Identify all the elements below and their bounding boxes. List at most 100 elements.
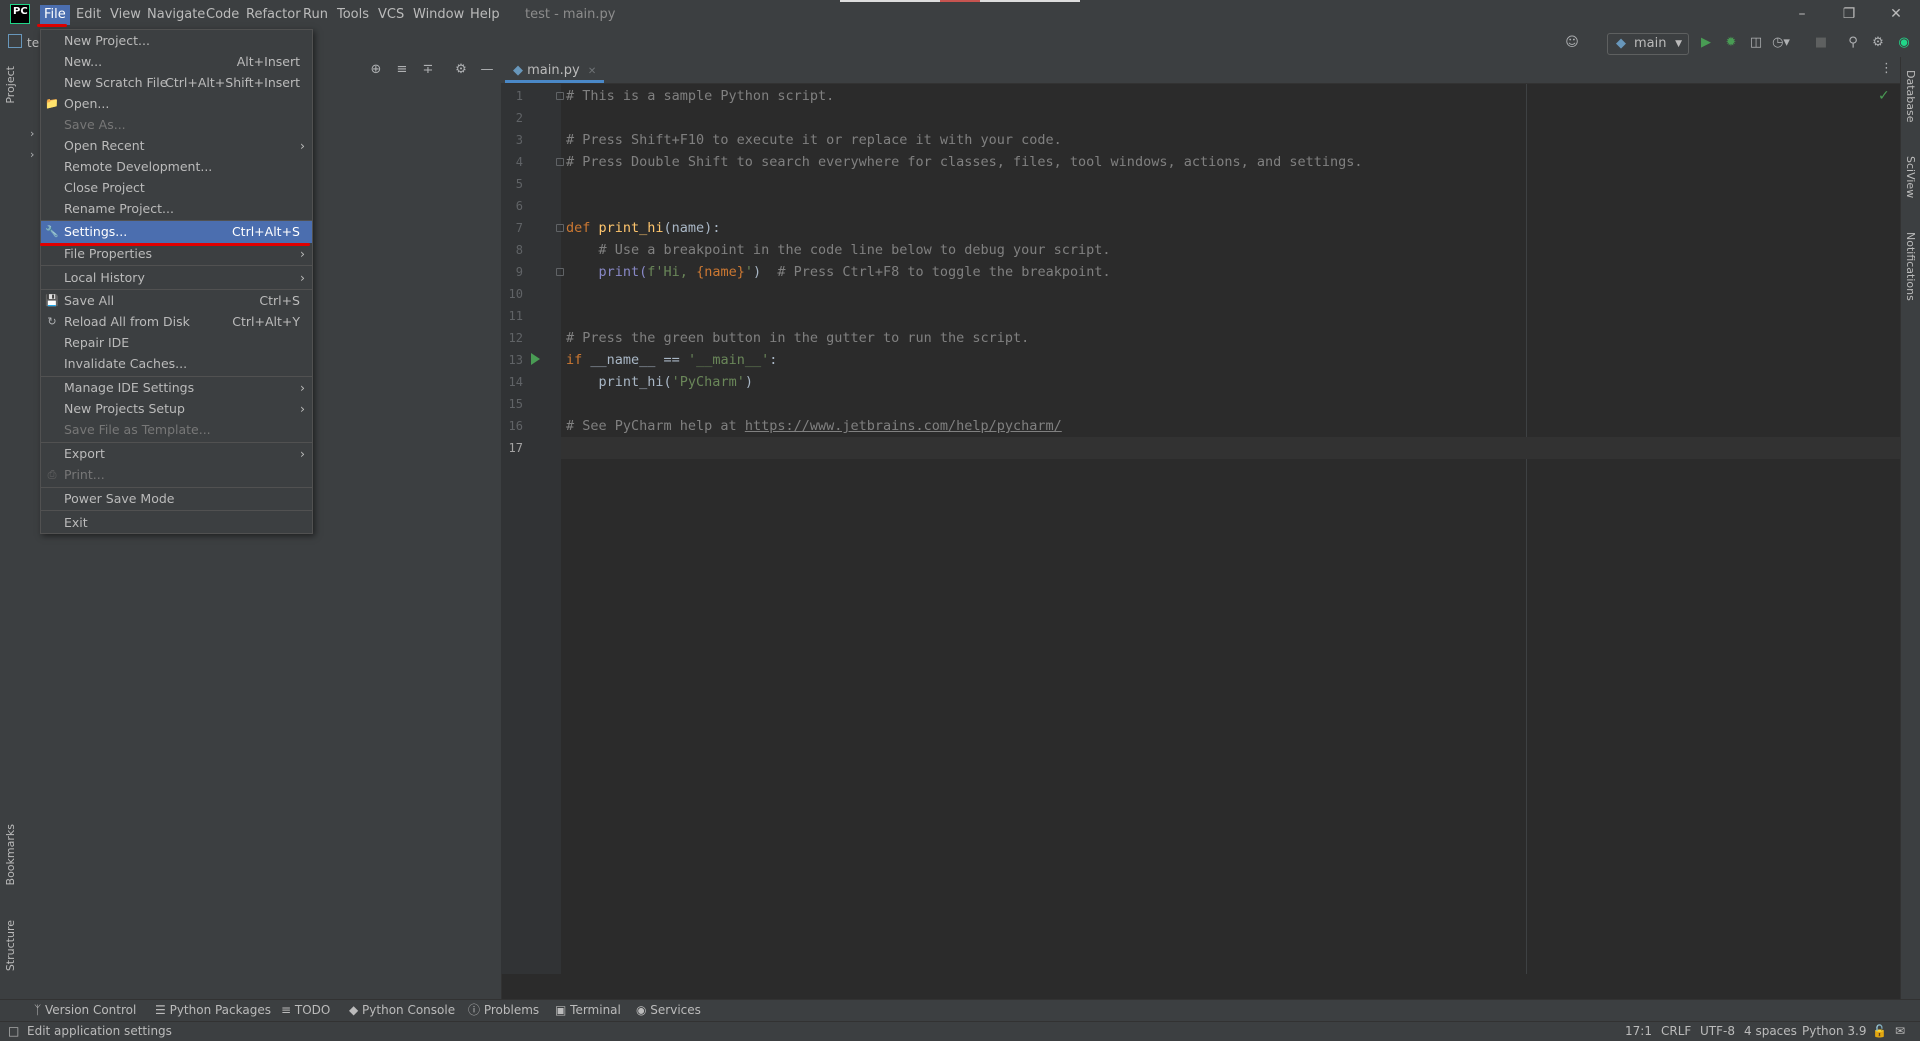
project-folder-icon bbox=[8, 34, 22, 48]
menu-local-history[interactable]: Local History › bbox=[41, 267, 312, 288]
menu-separator bbox=[41, 265, 312, 266]
stop-icon[interactable]: ■ bbox=[1812, 34, 1830, 52]
menu-new-scratch-file[interactable]: New Scratch File Ctrl+Alt+Shift+Insert bbox=[41, 72, 312, 93]
python-console-tool[interactable]: ◆ Python Console bbox=[349, 1002, 455, 1018]
sciview-tool-button[interactable]: SciView bbox=[1904, 156, 1917, 198]
profile-icon[interactable]: ◷▾ bbox=[1772, 34, 1790, 52]
line-number: 15 bbox=[508, 397, 523, 411]
tree-expand-icon[interactable]: › bbox=[30, 148, 34, 161]
menu-help[interactable]: Help bbox=[466, 5, 504, 25]
submenu-arrow-icon: › bbox=[300, 246, 305, 261]
menu-power-save-mode[interactable]: Power Save Mode bbox=[41, 488, 312, 509]
search-icon[interactable]: ⚲ bbox=[1844, 34, 1862, 52]
fold-marker-icon[interactable] bbox=[556, 158, 564, 166]
menu-file[interactable]: File bbox=[40, 5, 70, 25]
notifications-tool-button[interactable]: Notifications bbox=[1904, 232, 1917, 301]
fold-marker-icon[interactable] bbox=[556, 268, 564, 276]
chevron-down-icon: ▼ bbox=[1675, 39, 1682, 49]
run-gutter-icon[interactable] bbox=[531, 353, 540, 365]
jetbrains-icon[interactable]: ◉ bbox=[1895, 34, 1913, 52]
menu-manage-ide-settings[interactable]: Manage IDE Settings › bbox=[41, 377, 312, 398]
menu-open[interactable]: 📁 Open... bbox=[41, 93, 312, 114]
wrench-icon: 🔧 bbox=[45, 225, 59, 238]
menu-close-project[interactable]: Close Project bbox=[41, 177, 312, 198]
menu-rename-project[interactable]: Rename Project... bbox=[41, 198, 312, 219]
terminal-tool[interactable]: ▣ Terminal bbox=[555, 1002, 621, 1018]
debug-icon[interactable]: ✹ bbox=[1722, 34, 1740, 52]
run-config-selector[interactable]: ◆ main ▼ bbox=[1607, 33, 1689, 55]
todo-tool[interactable]: ≡ TODO bbox=[281, 1002, 330, 1018]
menu-repair-ide[interactable]: Repair IDE bbox=[41, 332, 312, 353]
menu-open-recent[interactable]: Open Recent › bbox=[41, 135, 312, 156]
minimize-icon[interactable]: – bbox=[1790, 4, 1814, 24]
menu-reload-all[interactable]: ↻ Reload All from Disk Ctrl+Alt+Y bbox=[41, 311, 312, 332]
reload-icon: ↻ bbox=[47, 315, 57, 328]
file-encoding[interactable]: UTF-8 bbox=[1700, 1023, 1735, 1039]
menu-view[interactable]: View bbox=[106, 5, 145, 25]
python-icon: ◆ bbox=[1616, 36, 1626, 51]
menu-code[interactable]: Code bbox=[202, 5, 243, 25]
tab-main-py[interactable]: ◆ main.py ✕ bbox=[505, 59, 605, 83]
menu-tools[interactable]: Tools bbox=[333, 5, 373, 25]
restore-icon[interactable]: ❐ bbox=[1837, 4, 1861, 24]
tab-close-icon[interactable]: ✕ bbox=[588, 66, 596, 77]
help-link[interactable]: https://www.jetbrains.com/help/pycharm/ bbox=[745, 418, 1062, 434]
console-icon: ◆ bbox=[349, 1003, 363, 1017]
code-line: print(f'Hi, {name}') # Press Ctrl+F8 to … bbox=[566, 264, 1111, 280]
tree-expand-icon[interactable]: › bbox=[30, 127, 34, 140]
caret-position[interactable]: 17:1 bbox=[1625, 1023, 1652, 1039]
fold-marker-icon[interactable] bbox=[556, 224, 564, 232]
menu-export[interactable]: Export › bbox=[41, 443, 312, 464]
more-icon[interactable]: ⋮ bbox=[1880, 61, 1893, 76]
fold-marker-icon[interactable] bbox=[556, 92, 564, 100]
structure-tool-button[interactable]: Structure bbox=[4, 920, 17, 971]
menu-new[interactable]: New... Alt+Insert bbox=[41, 51, 312, 72]
code-line: # Press Shift+F10 to execute it or repla… bbox=[566, 132, 1062, 148]
run-icon[interactable]: ▶ bbox=[1697, 34, 1715, 52]
services-tool[interactable]: ◉ Services bbox=[636, 1002, 701, 1018]
python-packages-tool[interactable]: ☰ Python Packages bbox=[155, 1002, 271, 1018]
menu-exit[interactable]: Exit bbox=[41, 512, 312, 533]
database-tool-button[interactable]: Database bbox=[1904, 70, 1917, 123]
event-log-icon[interactable]: ✉ bbox=[1895, 1023, 1905, 1039]
menu-navigate[interactable]: Navigate bbox=[143, 5, 209, 25]
menu-new-projects-setup[interactable]: New Projects Setup › bbox=[41, 398, 312, 419]
collapse-all-icon[interactable]: ∓ bbox=[419, 61, 437, 79]
menu-settings[interactable]: 🔧 Settings... Ctrl+Alt+S bbox=[41, 221, 312, 243]
menu-save-all[interactable]: 💾 Save All Ctrl+S bbox=[41, 290, 312, 311]
expand-all-icon[interactable]: ≡ bbox=[393, 61, 411, 79]
top-indicator-red bbox=[940, 0, 980, 2]
code-line: # Use a breakpoint in the code line belo… bbox=[566, 242, 1111, 258]
menu-window[interactable]: Window bbox=[409, 5, 468, 25]
code-line: # Press the green button in the gutter t… bbox=[566, 330, 1030, 346]
bookmarks-tool-button[interactable]: Bookmarks bbox=[4, 824, 17, 885]
menu-run[interactable]: Run bbox=[299, 5, 332, 25]
menu-new-project[interactable]: New Project... bbox=[41, 30, 312, 51]
problems-tool[interactable]: ⓘ Problems bbox=[468, 1002, 539, 1018]
menu-refactor[interactable]: Refactor bbox=[242, 5, 305, 25]
menu-remote-development[interactable]: Remote Development... bbox=[41, 156, 312, 177]
code-line: # See PyCharm help at https://www.jetbra… bbox=[566, 418, 1062, 434]
menu-vcs[interactable]: VCS bbox=[374, 5, 408, 25]
branch-icon: ᛉ bbox=[34, 1003, 46, 1017]
menu-edit[interactable]: Edit bbox=[72, 5, 105, 25]
coverage-icon[interactable]: ◫ bbox=[1747, 34, 1765, 52]
line-separator[interactable]: CRLF bbox=[1661, 1023, 1691, 1039]
python-interpreter[interactable]: Python 3.9 bbox=[1802, 1023, 1867, 1039]
menu-file-properties[interactable]: File Properties › bbox=[41, 243, 312, 264]
lock-icon[interactable]: 🔓 bbox=[1872, 1023, 1887, 1039]
hide-panel-icon[interactable]: — bbox=[478, 61, 496, 79]
status-toggle-icon[interactable]: □ bbox=[8, 1023, 19, 1039]
project-breadcrumb[interactable]: te bbox=[27, 34, 39, 52]
panel-settings-icon[interactable]: ⚙ bbox=[452, 61, 470, 79]
submenu-arrow-icon: › bbox=[300, 446, 305, 461]
version-control-tool[interactable]: ᛉ Version Control bbox=[34, 1002, 136, 1018]
gear-icon[interactable]: ⚙ bbox=[1869, 34, 1887, 52]
close-icon[interactable]: ✕ bbox=[1884, 4, 1908, 24]
menu-invalidate-caches[interactable]: Invalidate Caches... bbox=[41, 353, 312, 374]
locate-icon[interactable]: ⊕ bbox=[367, 61, 385, 79]
project-tool-button[interactable]: Project bbox=[4, 66, 17, 104]
user-icon[interactable]: ☺▾ bbox=[1563, 34, 1581, 68]
inspection-ok-icon[interactable]: ✓ bbox=[1878, 88, 1890, 104]
indent-setting[interactable]: 4 spaces bbox=[1744, 1023, 1797, 1039]
